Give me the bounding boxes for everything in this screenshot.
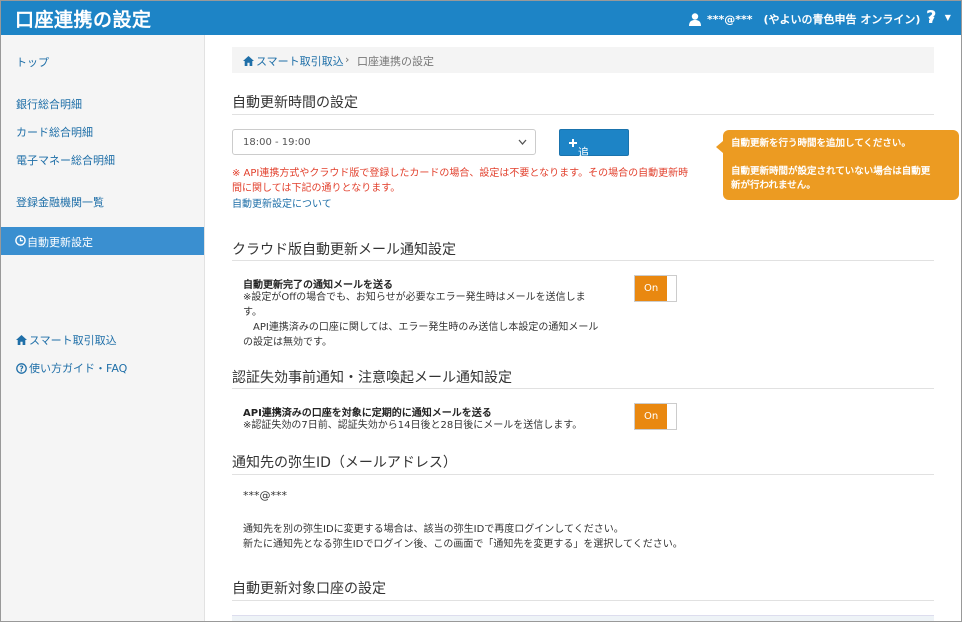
header-bar: 口座連携の設定 ***@*** (やよいの青色申告 オンライン) ▼ ? ▼ [1, 1, 961, 35]
desc-line: す。 [243, 307, 262, 318]
toggle-on-state: On [635, 276, 667, 301]
auto-update-help-link[interactable]: 自動更新設定について [232, 195, 332, 210]
add-time-button[interactable]: 追加する [559, 129, 629, 207]
notify-id-value: ***@*** [243, 489, 287, 502]
sidebar-item-label: スマート取引取込 [29, 334, 117, 347]
clock-icon [15, 235, 26, 246]
section-title-auth-mail: 認証失効事前通知・注意喚起メール通知設定 [232, 370, 512, 386]
sidebar-item-bank-details[interactable]: 銀行総合明細 [16, 96, 82, 112]
user-icon [689, 12, 701, 26]
sidebar-item-label: 自動更新設定 [27, 236, 93, 249]
tooltip-line: 自動更新時間が設定されていない場合は自動更 新が行われません。 [731, 166, 931, 191]
help-tooltip: 自動更新を行う時間を追加してください。 自動更新時間が設定されていない場合は自動… [716, 130, 959, 200]
home-icon [243, 56, 254, 66]
divider [232, 474, 934, 475]
sidebar: トップ 銀行総合明細 カード総合明細 電子マネー総合明細 登録金融機関一覧 自動… [1, 35, 205, 621]
sidebar-item-top[interactable]: トップ [16, 54, 49, 70]
sidebar-item-guide-faq[interactable]: ? 使い方ガイド・FAQ [16, 360, 127, 376]
option-title-completion-mail: 自動更新完了の通知メールを送る [243, 280, 393, 291]
breadcrumb-current: 口座連携の設定 [357, 55, 434, 68]
instruction-line: 通知先を別の弥生IDに変更する場合は、該当の弥生IDで再度ログインしてください。 [243, 524, 624, 535]
breadcrumb-home-label: スマート取引取込 [256, 55, 344, 68]
warning-line: 間に関しては下記の通りとなります。 [232, 183, 401, 194]
user-menu[interactable]: ***@*** (やよいの青色申告 オンライン) ▼ [689, 11, 935, 27]
help-menu[interactable]: ? ▼ [926, 7, 951, 28]
sidebar-item-auto-update[interactable]: 自動更新設定 [1, 227, 204, 255]
option-title-auth-mail: API連携済みの口座を対象に定期的に通知メールを送る [243, 408, 492, 419]
section-title-notify-id: 通知先の弥生ID（メールアドレス） [232, 455, 457, 471]
divider [232, 114, 934, 115]
home-icon [16, 335, 27, 345]
sidebar-item-emoney-details[interactable]: 電子マネー総合明細 [16, 152, 115, 168]
option-desc-auth-mail: ※認証失効の7日前、認証失効から14日後と28日後にメールを送信します。 [243, 420, 583, 431]
desc-line: の設定は無効です。 [243, 337, 332, 348]
api-warning-text: ※ API連携方式やクラウド版で登録したカードの場合、設定は不要となります。その… [232, 166, 710, 196]
warning-line: ※ API連携方式やクラウド版で登録したカードの場合、設定は不要となります。その… [232, 168, 689, 179]
completion-mail-toggle[interactable]: On [634, 275, 677, 302]
time-select-value: 18:00 - 19:00 [243, 137, 311, 148]
question-circle-icon: ? [16, 362, 27, 374]
divider [232, 600, 934, 601]
auth-mail-toggle[interactable]: On [634, 403, 677, 430]
sidebar-item-label: 使い方ガイド・FAQ [29, 362, 128, 375]
section-title-target-accounts: 自動更新対象口座の設定 [232, 581, 386, 597]
divider [232, 388, 934, 389]
option-desc-completion-mail: ※設定がOffの場合でも、お知らせが必要なエラー発生時はメールを送信しま す。 … [243, 290, 598, 350]
desc-line: API連携済みの口座に関しては、エラー発生時のみ送信し本設定の通知メール [243, 322, 599, 333]
instruction-line: 新たに通知先となる弥生IDでログイン後、この画面で「通知先を変更する」を選択して… [243, 539, 683, 550]
sidebar-item-smart-import[interactable]: スマート取引取込 [16, 332, 117, 348]
accounts-table-header [232, 615, 934, 621]
section-title-cloud-mail: クラウド版自動更新メール通知設定 [232, 242, 456, 258]
notify-id-instructions: 通知先を別の弥生IDに変更する場合は、該当の弥生IDで再度ログインしてください。… [243, 522, 683, 552]
breadcrumb: スマート取引取込 › 口座連携の設定 [232, 47, 934, 73]
breadcrumb-home[interactable]: スマート取引取込 [243, 53, 344, 69]
chevron-down-icon: ▼ [944, 13, 951, 22]
svg-text:?: ? [19, 364, 23, 373]
divider [232, 260, 934, 261]
app-window: 口座連携の設定 ***@*** (やよいの青色申告 オンライン) ▼ ? ▼ ト… [0, 0, 962, 622]
sidebar-item-card-details[interactable]: カード総合明細 [16, 124, 93, 140]
tooltip-line: 自動更新を行う時間を追加してください。 [731, 138, 911, 149]
section-title-auto-update-time: 自動更新時間の設定 [232, 95, 358, 111]
plus-icon [569, 139, 577, 147]
breadcrumb-separator: › [345, 53, 350, 66]
chevron-down-icon [518, 139, 527, 145]
desc-line: ※設定がOffの場合でも、お知らせが必要なエラー発生時はメールを送信しま [243, 292, 586, 303]
tooltip-arrow [716, 141, 723, 153]
page-title: 口座連携の設定 [15, 9, 152, 31]
time-select[interactable]: 18:00 - 19:00 [232, 129, 536, 155]
user-label: ***@*** (やよいの青色申告 オンライン) [707, 13, 921, 26]
help-icon: ? [926, 7, 937, 28]
sidebar-item-registered-institutions[interactable]: 登録金融機関一覧 [16, 194, 104, 210]
toggle-on-state: On [635, 404, 667, 429]
